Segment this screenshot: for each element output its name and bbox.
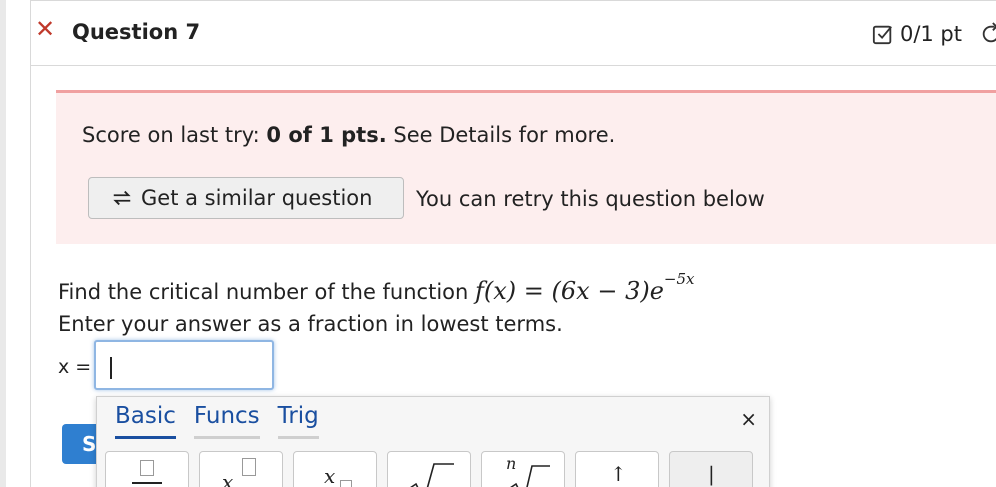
question-header: ✕ Question 7 0/1 pt xyxy=(30,0,996,66)
x-power-key[interactable]: x xyxy=(199,451,283,487)
sqrt-icon xyxy=(410,463,454,487)
fraction-key[interactable] xyxy=(105,451,189,487)
question-title: Question 7 xyxy=(72,20,201,44)
answer-instruction: Enter your answer as a fraction in lowes… xyxy=(58,312,563,336)
pipe-key[interactable]: | xyxy=(669,451,753,487)
problem-prompt: Find the critical number of the function… xyxy=(58,270,695,305)
up-arrow-key[interactable]: ↑ xyxy=(575,451,659,487)
feedback-panel: Score on last try: 0 of 1 pts. See Detai… xyxy=(56,90,996,244)
answer-input[interactable] xyxy=(94,340,274,390)
keyboard-tabs: Basic Funcs Trig xyxy=(97,397,319,441)
math-keyboard: Basic Funcs Trig × x x n ↑ | xyxy=(96,396,770,487)
similar-question-button[interactable]: Get a similar question xyxy=(88,177,404,219)
retry-note: You can retry this question below xyxy=(416,187,765,211)
answer-label: x = xyxy=(58,356,92,378)
tab-basic[interactable]: Basic xyxy=(115,397,176,439)
nth-root-icon xyxy=(510,465,550,487)
undo-icon[interactable] xyxy=(980,22,996,46)
score-indicator: 0/1 pt xyxy=(872,22,962,46)
function-expression: f(x) = (6x − 3)e−5x xyxy=(475,270,695,305)
similar-question-label: Get a similar question xyxy=(141,186,373,210)
tab-funcs[interactable]: Funcs xyxy=(193,397,260,439)
score-value: 0 of 1 pts. xyxy=(266,123,387,147)
checkbox-edit-icon xyxy=(872,25,892,45)
x-subscript-key[interactable]: x xyxy=(293,451,377,487)
swap-arrows-icon xyxy=(113,190,131,206)
close-keyboard-icon[interactable]: × xyxy=(740,407,757,431)
score-feedback: Score on last try: 0 of 1 pts. See Detai… xyxy=(82,123,616,147)
left-rail xyxy=(0,0,6,487)
nth-root-key[interactable]: n xyxy=(481,451,565,487)
keyboard-keys: x x n ↑ | xyxy=(105,451,753,487)
score-text: 0/1 pt xyxy=(899,22,962,46)
collapse-x-icon[interactable]: ✕ xyxy=(34,17,56,41)
tab-trig[interactable]: Trig xyxy=(277,397,319,439)
sqrt-key[interactable] xyxy=(387,451,471,487)
text-caret xyxy=(110,356,112,379)
